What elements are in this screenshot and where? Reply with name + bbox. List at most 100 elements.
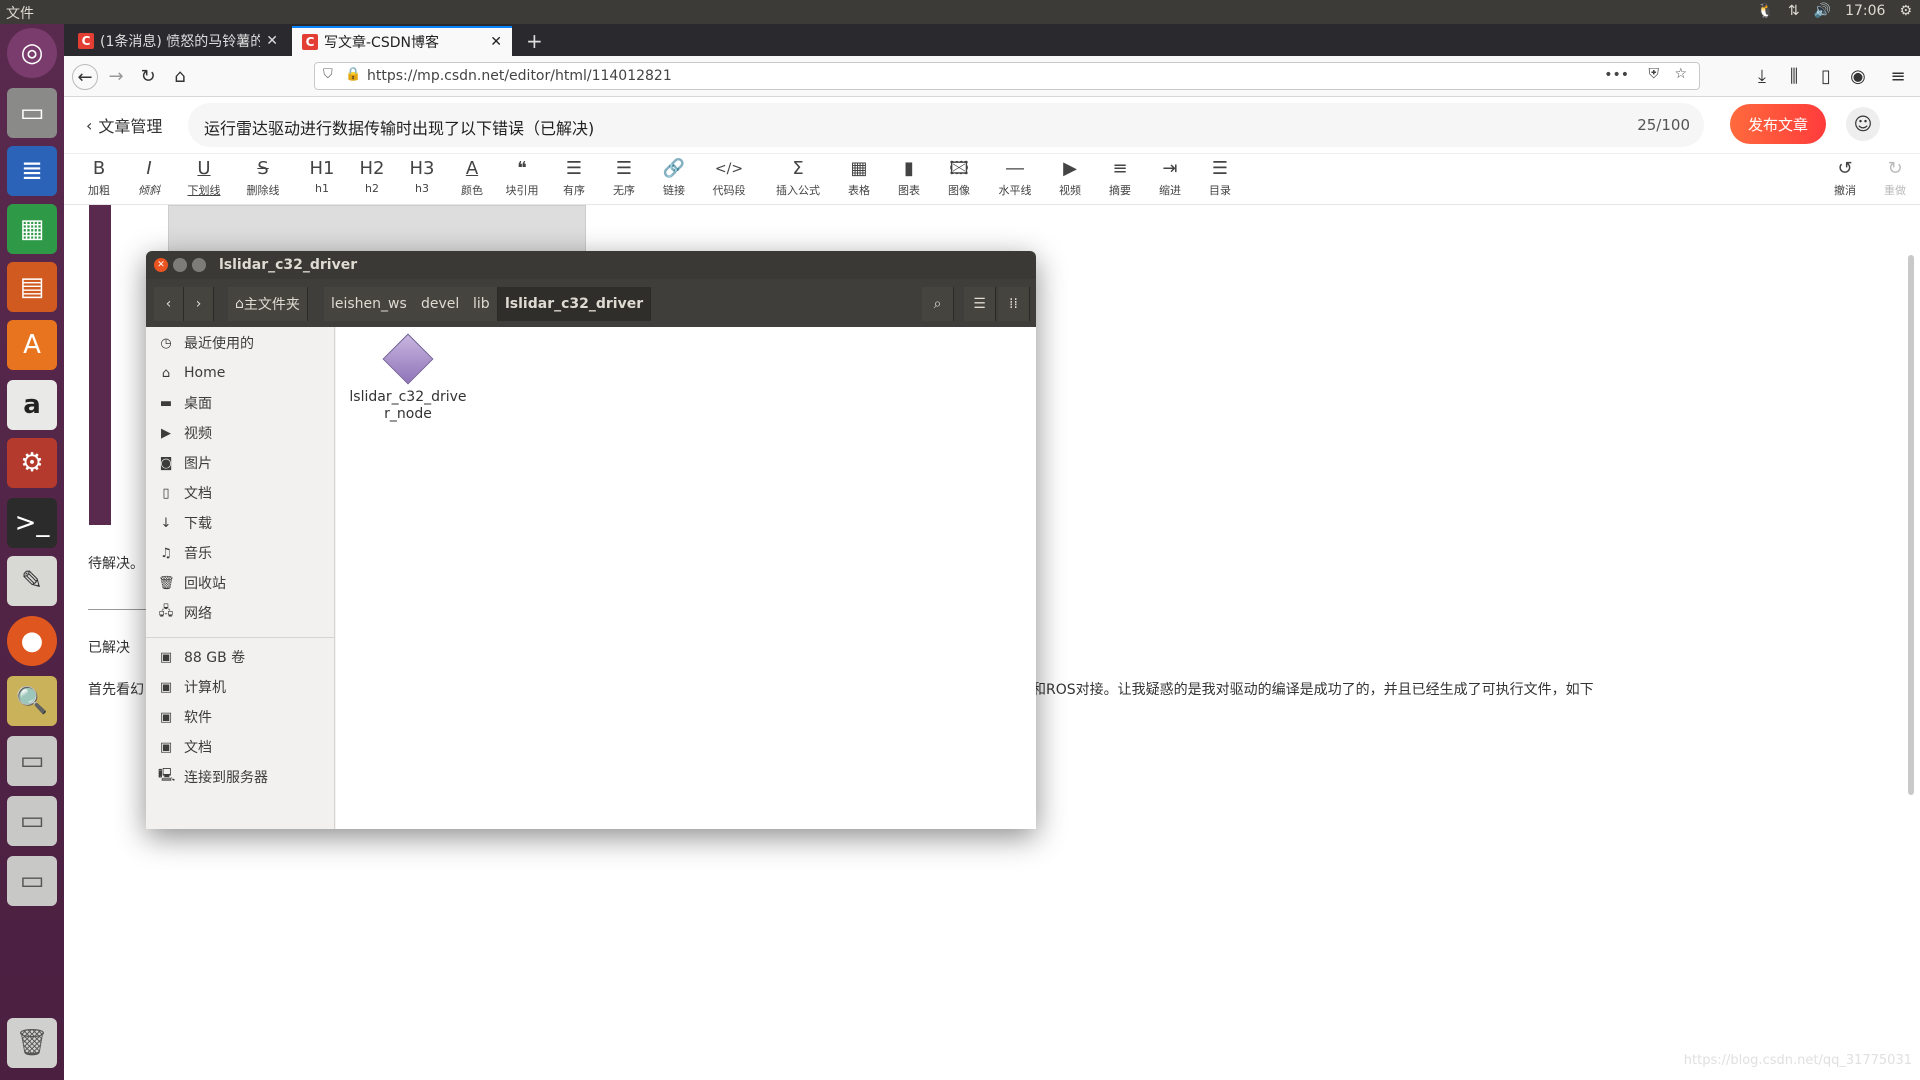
drive-icon-1[interactable]: ▭ <box>7 736 57 786</box>
library-icon[interactable]: ⫼ <box>1782 64 1806 88</box>
sidebar-item-documents[interactable]: ▯ 文档 <box>158 481 212 505</box>
sidebar-item-software[interactable]: ▣ 软件 <box>158 705 212 729</box>
sidebar-item-videos[interactable]: ▶ 视频 <box>158 421 212 445</box>
back-to-articles-link[interactable]: ‹ 文章管理 <box>86 113 162 137</box>
home-icon[interactable]: ⌂ <box>168 64 192 88</box>
breadcrumb-home[interactable]: ⌂ 主文件夹 <box>228 287 308 321</box>
sidebar-item-volume[interactable]: ▣ 88 GB 卷 <box>158 645 245 669</box>
tab-editor[interactable]: C 写文章-CSDN博客 ✕ <box>292 26 512 56</box>
download-icon[interactable]: ⤓ <box>1750 64 1774 88</box>
ubuntu-logo-icon[interactable]: ◎ <box>7 28 57 78</box>
app-menu[interactable]: 文件 <box>6 3 34 23</box>
volume-icon[interactable]: 🔊 <box>1814 3 1831 19</box>
table-button[interactable]: ▦ 表格 <box>834 156 884 198</box>
network-icon[interactable]: ⇅ <box>1788 3 1800 19</box>
sidebar-item-desktop[interactable]: ▬ 桌面 <box>158 391 212 415</box>
minimize-icon[interactable] <box>173 258 187 272</box>
writer-icon[interactable]: ≣ <box>7 146 57 196</box>
bold-button[interactable]: B 加粗 <box>74 156 124 198</box>
maximize-icon[interactable] <box>192 258 206 272</box>
url-text[interactable]: https://mp.csdn.net/editor/html/11401282… <box>367 68 672 84</box>
breadcrumb-lib[interactable]: lib <box>466 287 498 321</box>
shield-icon[interactable]: ⛉ <box>323 67 333 82</box>
h2-button[interactable]: H2 h2 <box>347 156 397 195</box>
forward-button[interactable]: › <box>184 287 214 321</box>
amazon-icon[interactable]: a <box>7 380 57 430</box>
star-icon[interactable]: ☆ <box>1674 66 1687 82</box>
search-button[interactable]: ⌕ <box>922 287 954 321</box>
file-view[interactable]: lslidar_c32_driver_node <box>336 327 1036 829</box>
grid-view-button[interactable]: ⁞⁞ <box>998 287 1030 321</box>
trash-icon[interactable]: 🗑 <box>7 1018 57 1068</box>
code-button[interactable]: </> 代码段 <box>704 156 754 198</box>
toc-button[interactable]: ☰ 目录 <box>1195 156 1245 198</box>
content-scrollbar[interactable] <box>1908 255 1914 795</box>
lock-icon[interactable]: 🔒 <box>345 67 361 82</box>
horizontal-rule-button[interactable]: ― 水平线 <box>990 156 1040 198</box>
drive-icon-3[interactable]: ▭ <box>7 856 57 906</box>
image-button[interactable]: 🖾 图像 <box>934 156 984 198</box>
sidebar-item-connect-server[interactable]: 🖳 连接到服务器 <box>158 765 268 789</box>
gear-icon[interactable]: ⚙ <box>1899 3 1912 19</box>
indent-button[interactable]: ⇥ 缩进 <box>1145 156 1195 198</box>
sidebar-item-recent[interactable]: ◷ 最近使用的 <box>158 331 254 355</box>
calc-icon[interactable]: ▦ <box>7 204 57 254</box>
reload-icon[interactable]: ↻ <box>136 64 160 88</box>
publish-button[interactable]: 发布文章 <box>1730 104 1826 144</box>
hamburger-menu-icon[interactable]: ≡ <box>1886 64 1910 88</box>
account-icon[interactable]: ◉ <box>1846 64 1870 88</box>
window-titlebar[interactable]: ✕ lslidar_c32_driver <box>146 251 1036 279</box>
strikethrough-button[interactable]: S 删除线 <box>238 156 288 198</box>
sidebar-item-network[interactable]: 🖧 网络 <box>158 601 212 625</box>
breadcrumb-current[interactable]: lslidar_c32_driver <box>498 287 652 321</box>
text-editor-icon[interactable]: ✎ <box>7 556 57 606</box>
firefox-icon[interactable]: ● <box>7 616 57 666</box>
breadcrumb-leishen-ws[interactable]: leishen_ws <box>324 287 415 321</box>
article-title[interactable]: 运行雷达驱动进行数据传输时出现了以下错误（已解决) <box>204 115 594 139</box>
sidebar-item-trash[interactable]: 🗑 回收站 <box>158 571 226 595</box>
chart-button[interactable]: ▮ 图表 <box>884 156 934 198</box>
software-center-icon[interactable]: A <box>7 320 57 370</box>
clock[interactable]: 17:06 <box>1845 3 1885 19</box>
article-title-input[interactable]: 运行雷达驱动进行数据传输时出现了以下错误（已解决) 25/100 <box>188 103 1704 147</box>
undo-button[interactable]: ↺ 撤消 <box>1820 156 1870 198</box>
drive-icon-2[interactable]: ▭ <box>7 796 57 846</box>
h3-button[interactable]: H3 h3 <box>397 156 447 195</box>
redo-button[interactable]: ↻ 重做 <box>1870 156 1920 198</box>
penguin-icon[interactable]: 🐧 <box>1756 3 1773 19</box>
ordered-list-button[interactable]: ☰ 有序 <box>549 156 599 198</box>
more-icon[interactable]: ••• <box>1604 67 1629 83</box>
list-view-button[interactable]: ☰ <box>964 287 996 321</box>
new-tab-button[interactable]: + <box>516 26 552 56</box>
video-button[interactable]: ▶ 视频 <box>1045 156 1095 198</box>
breadcrumb-devel[interactable]: devel <box>414 287 468 321</box>
sidebar-item-home[interactable]: ⌂ Home <box>158 361 225 385</box>
url-bar[interactable]: ⛉ 🔒 https://mp.csdn.net/editor/html/1140… <box>314 62 1700 90</box>
color-button[interactable]: A 颜色 <box>447 156 497 198</box>
underline-button[interactable]: U 下划线 <box>179 156 229 198</box>
sidebar-item-pictures[interactable]: ◙ 图片 <box>158 451 212 475</box>
forward-icon[interactable]: → <box>104 64 128 88</box>
back-icon[interactable]: ← <box>72 64 98 90</box>
h1-button[interactable]: H1 h1 <box>297 156 347 195</box>
file-item[interactable]: lslidar_c32_driver_node <box>348 333 468 423</box>
sidebar-item-downloads[interactable]: ↓ 下载 <box>158 511 212 535</box>
sidebar-item-music[interactable]: ♫ 音乐 <box>158 541 212 565</box>
formula-button[interactable]: Σ 插入公式 <box>768 156 828 198</box>
back-button[interactable]: ‹ <box>154 287 184 321</box>
pocket-icon[interactable]: ⛨ <box>1649 66 1660 82</box>
files-icon[interactable]: ▭ <box>7 88 57 138</box>
close-icon[interactable]: ✕ <box>490 34 502 50</box>
avatar[interactable]: ☺ <box>1846 107 1880 141</box>
unordered-list-button[interactable]: ☰ 无序 <box>599 156 649 198</box>
link-button[interactable]: 🔗 链接 <box>649 156 699 198</box>
tab-message[interactable]: C (1条消息) 愤怒的马铃薯的 ✕ <box>68 26 288 56</box>
impress-icon[interactable]: ▤ <box>7 262 57 312</box>
sidebar-item-docs-volume[interactable]: ▣ 文档 <box>158 735 212 759</box>
sidebar-item-computer[interactable]: ▣ 计算机 <box>158 675 226 699</box>
summary-button[interactable]: ≡ 摘要 <box>1095 156 1145 198</box>
sidebar-icon[interactable]: ▯ <box>1814 64 1838 88</box>
settings-icon[interactable]: ⚙ <box>7 438 57 488</box>
close-icon[interactable]: ✕ <box>154 258 168 272</box>
image-viewer-icon[interactable]: 🔍 <box>7 676 57 726</box>
